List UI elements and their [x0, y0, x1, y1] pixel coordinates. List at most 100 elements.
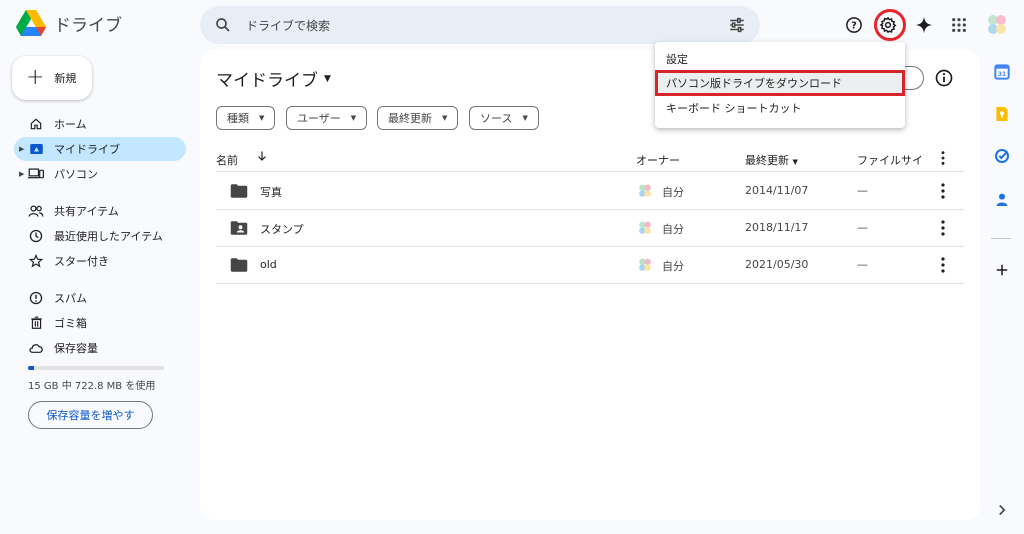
storage-usage-bar	[28, 366, 164, 370]
file-size: —	[857, 258, 868, 271]
svg-text:31: 31	[998, 71, 1006, 78]
file-modified-date: 2014/11/07	[745, 184, 809, 197]
expand-panel-chevron-icon[interactable]	[992, 500, 1012, 520]
column-options-icon[interactable]	[936, 150, 950, 169]
spam-icon	[28, 290, 44, 306]
search-bar[interactable]: ドライブで検索	[200, 6, 760, 44]
chip-label: ソース	[480, 112, 513, 125]
file-owner: 自分	[662, 186, 684, 199]
table-row[interactable]: 写真 自分 2014/11/07 —	[216, 173, 964, 210]
search-icon	[216, 18, 230, 32]
menu-item-settings[interactable]: 設定	[655, 48, 905, 70]
sidebar-item-label: 最近使用したアイテム	[54, 230, 163, 243]
info-icon[interactable]	[934, 68, 954, 88]
owner-avatar	[639, 258, 651, 271]
chip-label: ユーザー	[297, 112, 341, 125]
filter-source-chip[interactable]: ソース ▼	[469, 106, 539, 130]
calendar-icon[interactable]: 31	[992, 62, 1012, 82]
settings-highlight-circle	[874, 9, 906, 41]
more-actions-icon[interactable]	[936, 182, 950, 200]
add-addon-icon[interactable]	[992, 260, 1012, 280]
sidebar-item-label: スター付き	[54, 255, 109, 268]
clock-icon	[28, 228, 44, 244]
folder-icon	[230, 258, 248, 272]
sidebar-item-computers[interactable]: ▶ パソコン	[14, 162, 186, 186]
home-icon	[28, 116, 44, 132]
new-button[interactable]: + 新規	[12, 56, 92, 100]
table-row[interactable]: スタンプ 自分 2018/11/17 —	[216, 210, 964, 247]
app-name: ドライブ	[54, 15, 122, 36]
sidebar-item-starred[interactable]: スター付き	[14, 249, 186, 273]
settings-gear-icon[interactable]	[871, 6, 906, 44]
help-icon[interactable]: ?	[837, 6, 871, 44]
file-modified-date: 2021/05/30	[745, 258, 809, 271]
file-owner: 自分	[662, 223, 684, 236]
chevron-down-icon: ▼	[259, 114, 265, 122]
account-avatar[interactable]	[980, 6, 1014, 44]
sidebar-item-label: 共有アイテム	[54, 205, 119, 218]
tasks-icon[interactable]	[992, 146, 1012, 166]
column-modified[interactable]: 最終更新 ▼	[745, 152, 798, 168]
shared-folder-icon	[230, 221, 248, 235]
search-options-icon[interactable]	[728, 16, 746, 34]
sidebar-item-spam[interactable]: スパム	[14, 286, 186, 310]
file-size: —	[857, 184, 868, 197]
chip-label: 最終更新	[388, 112, 432, 125]
file-name: old	[260, 258, 277, 271]
filter-type-chip[interactable]: 種類 ▼	[216, 106, 276, 130]
drive-logo[interactable]: ドライブ	[16, 10, 122, 36]
star-icon	[28, 253, 44, 269]
shared-icon	[28, 203, 44, 219]
expand-caret-icon[interactable]: ▶	[19, 145, 24, 153]
expand-caret-icon[interactable]: ▶	[19, 170, 24, 178]
contacts-icon[interactable]	[992, 190, 1012, 210]
more-actions-icon[interactable]	[936, 219, 950, 237]
chevron-down-icon: ▼	[350, 114, 357, 122]
sidebar-item-label: パソコン	[54, 168, 98, 181]
table-row[interactable]: old 自分 2021/05/30 —	[216, 247, 964, 284]
sidebar-item-shared[interactable]: 共有アイテム	[14, 199, 186, 223]
filter-people-chip[interactable]: ユーザー ▼	[286, 106, 368, 130]
table-header: 名前 オーナー 最終更新 ▼ ファイルサイ	[216, 144, 964, 172]
column-size[interactable]: ファイルサイ	[857, 152, 923, 168]
sidebar-item-storage[interactable]: 保存容量	[14, 336, 186, 360]
plus-icon: +	[26, 65, 45, 90]
column-name[interactable]: 名前	[216, 152, 238, 168]
file-name: スタンプ	[260, 223, 304, 236]
filter-modified-chip[interactable]: 最終更新 ▼	[377, 106, 459, 130]
file-modified-date: 2018/11/17	[745, 221, 809, 234]
menu-item-keyboard-shortcuts[interactable]: キーボード ショートカット	[655, 97, 905, 119]
new-button-label: 新規	[54, 72, 77, 85]
svg-text:?: ?	[851, 20, 857, 31]
sidebar-item-my-drive[interactable]: ▶ マイドライブ	[14, 137, 186, 161]
computer-icon	[28, 166, 44, 182]
drive-logo-icon	[16, 10, 46, 36]
rail-divider	[991, 238, 1011, 239]
storage-usage-fill	[28, 366, 35, 370]
column-modified-label: 最終更新	[745, 154, 789, 167]
trash-icon	[28, 315, 44, 331]
menu-item-download-desktop[interactable]: パソコン版ドライブをダウンロード	[655, 70, 905, 96]
page-title[interactable]: マイドライブ ▼	[216, 66, 331, 91]
chevron-down-icon: ▼	[522, 114, 528, 122]
gemini-sparkle-icon[interactable]	[907, 6, 941, 44]
sidebar-item-label: 保存容量	[54, 342, 98, 355]
get-more-storage-button[interactable]: 保存容量を増やす	[28, 401, 153, 429]
sidebar-item-home[interactable]: ホーム	[14, 112, 186, 136]
sidebar-item-label: ホーム	[54, 118, 87, 131]
sort-arrow-icon[interactable]	[256, 150, 268, 165]
search-input[interactable]: ドライブで検索	[246, 17, 728, 34]
chevron-down-icon: ▼	[442, 114, 448, 122]
owner-avatar	[639, 184, 651, 197]
column-owner[interactable]: オーナー	[636, 152, 680, 168]
more-actions-icon[interactable]	[936, 256, 950, 274]
sidebar-item-trash[interactable]: ゴミ箱	[14, 311, 186, 335]
folder-icon	[230, 184, 248, 198]
sidebar-item-recent[interactable]: 最近使用したアイテム	[14, 224, 186, 248]
apps-grid-icon[interactable]	[942, 6, 976, 44]
keep-icon[interactable]	[992, 104, 1012, 124]
page-title-text: マイドライブ	[216, 71, 318, 91]
sidebar-item-label: スパム	[54, 292, 87, 305]
sidebar-item-label: マイドライブ	[54, 143, 120, 156]
chip-label: 種類	[227, 112, 249, 125]
